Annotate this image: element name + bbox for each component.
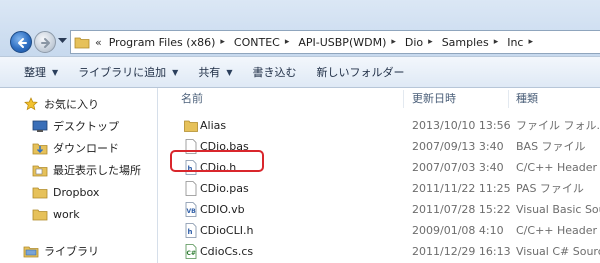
nav-downloads[interactable]: ダウンロード xyxy=(0,137,158,159)
file-icon xyxy=(185,181,197,196)
file-date: 2011/12/29 16:13 xyxy=(412,245,511,258)
file-date: 2009/01/08 4:10 xyxy=(412,224,504,237)
file-type: ファイル フォル... xyxy=(516,119,600,132)
column-header-date[interactable]: 更新日時 xyxy=(412,88,456,110)
column-divider[interactable] xyxy=(508,90,509,108)
recent-places-icon xyxy=(32,162,48,178)
file-type: Visual C# Source xyxy=(516,245,600,258)
nav-favorites[interactable]: お気に入り xyxy=(0,93,158,115)
breadcrumb-samples[interactable]: Samples ▸ xyxy=(439,36,505,49)
nav-dropbox[interactable]: Dropbox xyxy=(0,181,158,203)
breadcrumb-chevron-icon[interactable]: ▸ xyxy=(526,37,539,47)
breadcrumb-chevron-icon[interactable]: ▸ xyxy=(389,37,402,47)
forward-arrow-icon xyxy=(41,38,50,48)
star-icon xyxy=(23,96,39,112)
file-type: PAS ファイル xyxy=(516,182,584,195)
breadcrumb-dio[interactable]: Dio ▸ xyxy=(402,36,439,49)
file-date: 2007/07/03 3:40 xyxy=(412,161,504,174)
share-button[interactable]: 共有 ▼ xyxy=(188,60,242,84)
highlight-annotation xyxy=(170,150,264,172)
breadcrumb-inc[interactable]: Inc ▸ xyxy=(504,36,539,49)
breadcrumb-contec[interactable]: CONTEC ▸ xyxy=(231,36,295,49)
file-row[interactable]: C# CdioCs.cs 2011/12/29 16:13 Visual C# … xyxy=(159,241,600,262)
nav-recent-places[interactable]: 最近表示した場所 xyxy=(0,159,158,181)
breadcrumb-chevron-icon[interactable]: ▸ xyxy=(218,37,231,47)
file-row[interactable]: VB CDIO.vb 2011/07/28 15:22 Visual Basic… xyxy=(159,199,600,220)
file-type: BAS ファイル xyxy=(516,140,586,153)
downloads-folder-icon xyxy=(32,140,48,156)
back-button[interactable] xyxy=(10,31,32,53)
c-header-icon: h xyxy=(185,223,197,238)
command-bar: 整理 ▼ ライブラリに追加 ▼ 共有 ▼ 書き込む 新しいフォルダー xyxy=(0,56,600,88)
address-bar-row: « Program Files (x86) ▸ CONTEC ▸ API-USBP(… xyxy=(0,0,600,56)
breadcrumb-program-files[interactable]: Program Files (x86) ▸ xyxy=(106,36,231,49)
folder-icon xyxy=(32,206,48,222)
file-type: Visual Basic Sour xyxy=(516,203,600,216)
forward-button[interactable] xyxy=(34,31,56,53)
chevron-down-icon: ▼ xyxy=(172,67,179,77)
column-header-type[interactable]: 種類 xyxy=(516,88,538,110)
nav-work[interactable]: work xyxy=(0,203,158,225)
cs-file-icon: C# xyxy=(185,244,197,259)
new-folder-button[interactable]: 新しいフォルダー xyxy=(306,60,414,84)
file-name: Alias xyxy=(200,119,227,132)
folder-location-icon xyxy=(71,31,93,53)
file-row[interactable]: CDio.pas 2011/11/22 11:25 PAS ファイル xyxy=(159,178,600,199)
file-date: 2011/11/22 11:25 xyxy=(412,182,511,195)
svg-text:C#: C# xyxy=(187,250,196,257)
recent-pages-dropdown-icon[interactable] xyxy=(58,38,67,44)
column-divider[interactable] xyxy=(403,90,404,108)
include-in-library-button[interactable]: ライブラリに追加 ▼ xyxy=(68,60,188,84)
chevron-down-icon: ▼ xyxy=(226,67,233,77)
nav-desktop[interactable]: デスクトップ xyxy=(0,115,158,137)
file-name: CDioCLI.h xyxy=(200,224,254,237)
desktop-icon xyxy=(32,118,48,134)
breadcrumb-chevron-icon[interactable]: ▸ xyxy=(283,37,296,47)
libraries-icon xyxy=(23,243,39,259)
file-date: 2011/07/28 15:22 xyxy=(412,203,511,216)
file-row[interactable]: Alias 2013/10/10 13:56 ファイル フォル... xyxy=(159,115,600,136)
file-type: C/C++ Header xyxy=(516,161,598,174)
svg-text:VB: VB xyxy=(187,208,197,215)
file-name: CDio.pas xyxy=(200,182,249,195)
file-list: 名前 更新日時 種類 Alias 2013/10/10 13:56 ファイル フ… xyxy=(159,88,600,263)
file-name: CDIO.vb xyxy=(200,203,245,216)
folder-icon xyxy=(184,120,198,132)
file-type: C/C++ Header xyxy=(516,224,598,237)
svg-text:h: h xyxy=(188,228,193,236)
organize-button[interactable]: 整理 ▼ xyxy=(14,60,68,84)
chevron-down-icon: ▼ xyxy=(52,67,59,77)
breadcrumb-chevron-icon[interactable]: ▸ xyxy=(426,37,439,47)
breadcrumb-api-usbp[interactable]: API-USBP(WDM) ▸ xyxy=(295,36,402,49)
breadcrumb-overflow[interactable]: « xyxy=(93,36,106,49)
navigation-pane: お気に入り デスクトップ ダウンロード 最近表示した場所 Dropbox wor… xyxy=(0,88,158,263)
breadcrumb-chevron-icon[interactable]: ▸ xyxy=(492,37,505,47)
file-date: 2013/10/10 13:56 xyxy=(412,119,511,132)
file-row[interactable]: h CDioCLI.h 2009/01/08 4:10 C/C++ Header xyxy=(159,220,600,241)
back-arrow-icon xyxy=(18,38,27,48)
address-bar[interactable]: « Program Files (x86) ▸ CONTEC ▸ API-USBP(… xyxy=(70,30,600,54)
folder-icon xyxy=(32,184,48,200)
column-header-name[interactable]: 名前 xyxy=(181,88,203,110)
file-name: CdioCs.cs xyxy=(200,245,254,258)
nav-libraries[interactable]: ライブラリ xyxy=(0,240,158,262)
burn-button[interactable]: 書き込む xyxy=(242,60,306,84)
vb-file-icon: VB xyxy=(185,202,197,217)
file-date: 2007/09/13 3:40 xyxy=(412,140,504,153)
